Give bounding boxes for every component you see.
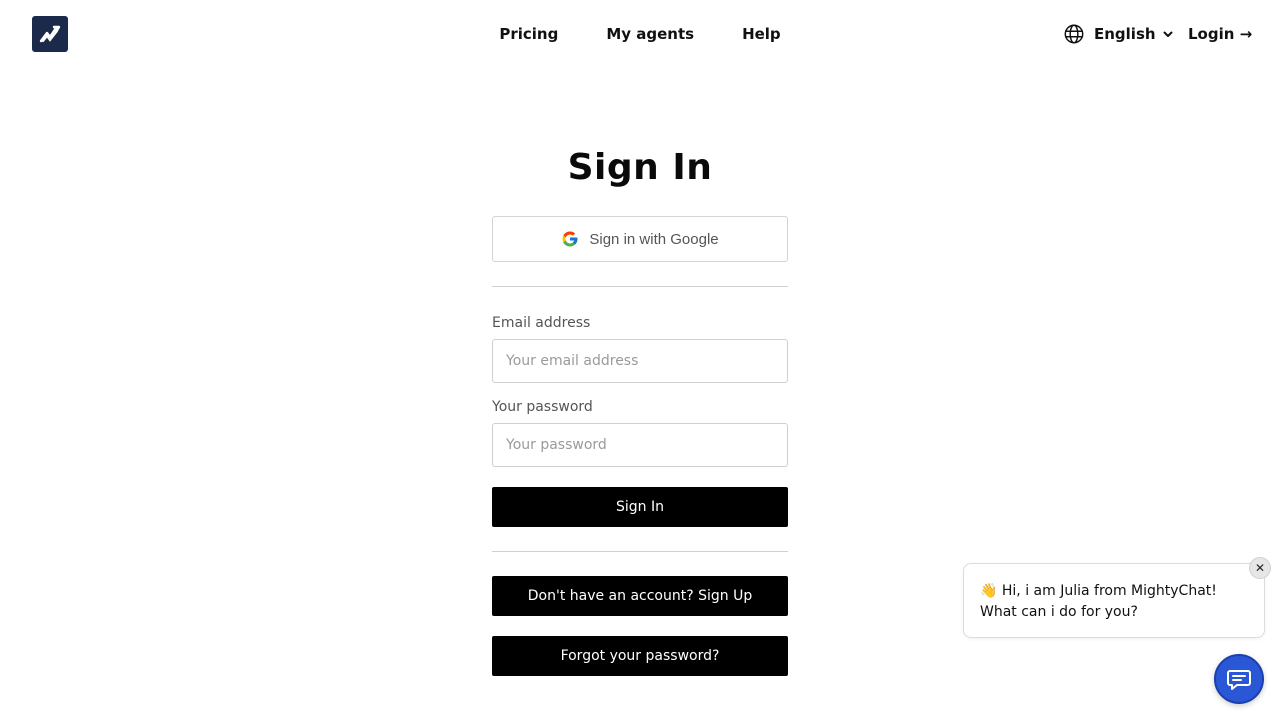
nav-pricing[interactable]: Pricing [499,24,558,44]
chat-message-line-2: What can i do for you? [980,604,1138,620]
email-label: Email address [492,315,591,331]
divider [492,286,788,287]
sign-in-button[interactable]: Sign In [492,487,788,527]
email-field[interactable] [492,339,788,383]
page-title: Sign In [567,147,713,188]
google-button-label: Sign in with Google [589,230,719,248]
chat-launcher-button[interactable] [1214,654,1264,704]
logo-chart-icon [39,25,61,43]
login-link[interactable]: Login → [1188,24,1252,44]
page: Pricing My agents Help English Login → S… [0,0,1280,720]
language-selector[interactable]: English [1063,23,1174,45]
chevron-down-icon [1163,31,1173,37]
password-field[interactable] [492,423,788,467]
chat-message-line-1: 👋 Hi, i am Julia from MightyChat! [980,583,1217,599]
nav-my-agents[interactable]: My agents [606,24,694,44]
nav-help[interactable]: Help [742,24,781,44]
chat-close-button[interactable]: ✕ [1249,557,1271,579]
chat-bubble-icon [1227,670,1251,690]
sign-up-button[interactable]: Don't have an account? Sign Up [492,576,788,616]
divider [492,551,788,552]
sign-in-form: Sign In Sign in with Google Email addres… [492,140,788,676]
globe-icon [1064,24,1084,44]
language-label: English [1094,25,1156,43]
google-sign-in-button[interactable]: Sign in with Google [492,216,788,262]
forgot-password-button[interactable]: Forgot your password? [492,636,788,676]
logo[interactable] [32,16,68,52]
password-label: Your password [492,399,593,415]
chat-greeting-bubble[interactable]: 👋 Hi, i am Julia from MightyChat! What c… [963,563,1265,638]
google-icon [562,231,578,247]
